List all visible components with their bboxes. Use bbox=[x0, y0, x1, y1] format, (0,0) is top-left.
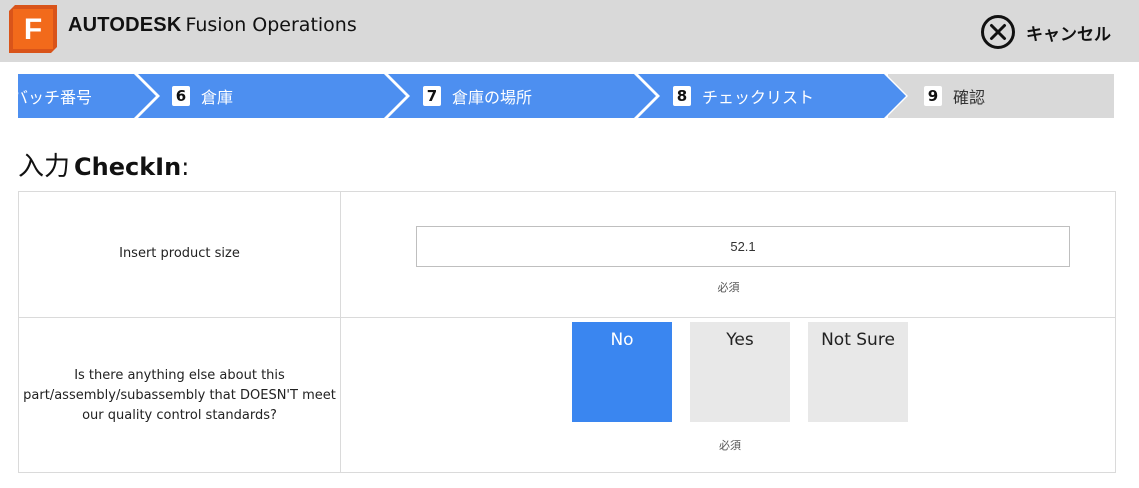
form-row-size: Insert product size 必須 bbox=[19, 192, 1115, 318]
option-no-button[interactable]: No bbox=[572, 322, 672, 422]
step-warehouse[interactable]: 6 倉庫 bbox=[172, 74, 233, 118]
product-size-input[interactable] bbox=[416, 226, 1070, 267]
checkin-form: Insert product size 必須 Is there anything… bbox=[18, 191, 1116, 473]
step-label: 倉庫の場所 bbox=[452, 88, 533, 107]
page-title: 入力 CheckIn: bbox=[18, 146, 189, 183]
logo-letter: F bbox=[24, 13, 42, 46]
step-label: 倉庫 bbox=[201, 88, 234, 107]
step-label: 確認 bbox=[953, 88, 986, 107]
title-prefix: 入力 bbox=[18, 152, 71, 182]
title-suffix: : bbox=[181, 153, 190, 181]
close-circle-icon bbox=[981, 15, 1015, 49]
cancel-label: キャンセル bbox=[1026, 24, 1111, 45]
app-header: F AUTODESK Fusion Operations キャンセル bbox=[0, 0, 1139, 62]
step-9-bg bbox=[888, 74, 1114, 118]
step-number: 7 bbox=[423, 86, 441, 106]
option-not-sure-button[interactable]: Not Sure bbox=[808, 322, 908, 422]
fusion-logo-icon: F bbox=[9, 5, 57, 53]
size-required-note: 必須 bbox=[717, 281, 740, 294]
quality-required-note: 必須 bbox=[719, 439, 741, 452]
step-number: 8 bbox=[673, 86, 691, 106]
size-label: Insert product size bbox=[119, 246, 240, 261]
quality-label: Is there anything else about this part/a… bbox=[23, 368, 336, 423]
brand-primary: AUTODESK bbox=[68, 14, 182, 36]
step-confirm[interactable]: 9 確認 bbox=[924, 74, 985, 118]
step-progress-bar: バッチ番号 6 倉庫 7 倉庫の場所 8 チェックリスト 9 確認 bbox=[18, 74, 1114, 118]
brand-name: AUTODESK Fusion Operations bbox=[68, 14, 357, 37]
step-warehouse-location[interactable]: 7 倉庫の場所 bbox=[423, 74, 532, 118]
brand-secondary: Fusion Operations bbox=[185, 14, 357, 36]
title-name: CheckIn bbox=[74, 153, 182, 181]
option-yes-button[interactable]: Yes bbox=[690, 322, 790, 422]
step-label: チェックリスト bbox=[702, 88, 815, 107]
form-row-quality: Is there anything else about this part/a… bbox=[19, 318, 1115, 472]
column-divider bbox=[340, 318, 341, 472]
step-batch-number[interactable]: バッチ番号 bbox=[18, 74, 92, 118]
column-divider bbox=[340, 192, 341, 317]
step-label: バッチ番号 bbox=[18, 88, 93, 107]
step-number: 6 bbox=[172, 86, 190, 106]
step-number: 9 bbox=[924, 86, 942, 106]
cancel-button[interactable]: キャンセル bbox=[980, 14, 1111, 50]
step-checklist[interactable]: 8 チェックリスト bbox=[673, 74, 814, 118]
